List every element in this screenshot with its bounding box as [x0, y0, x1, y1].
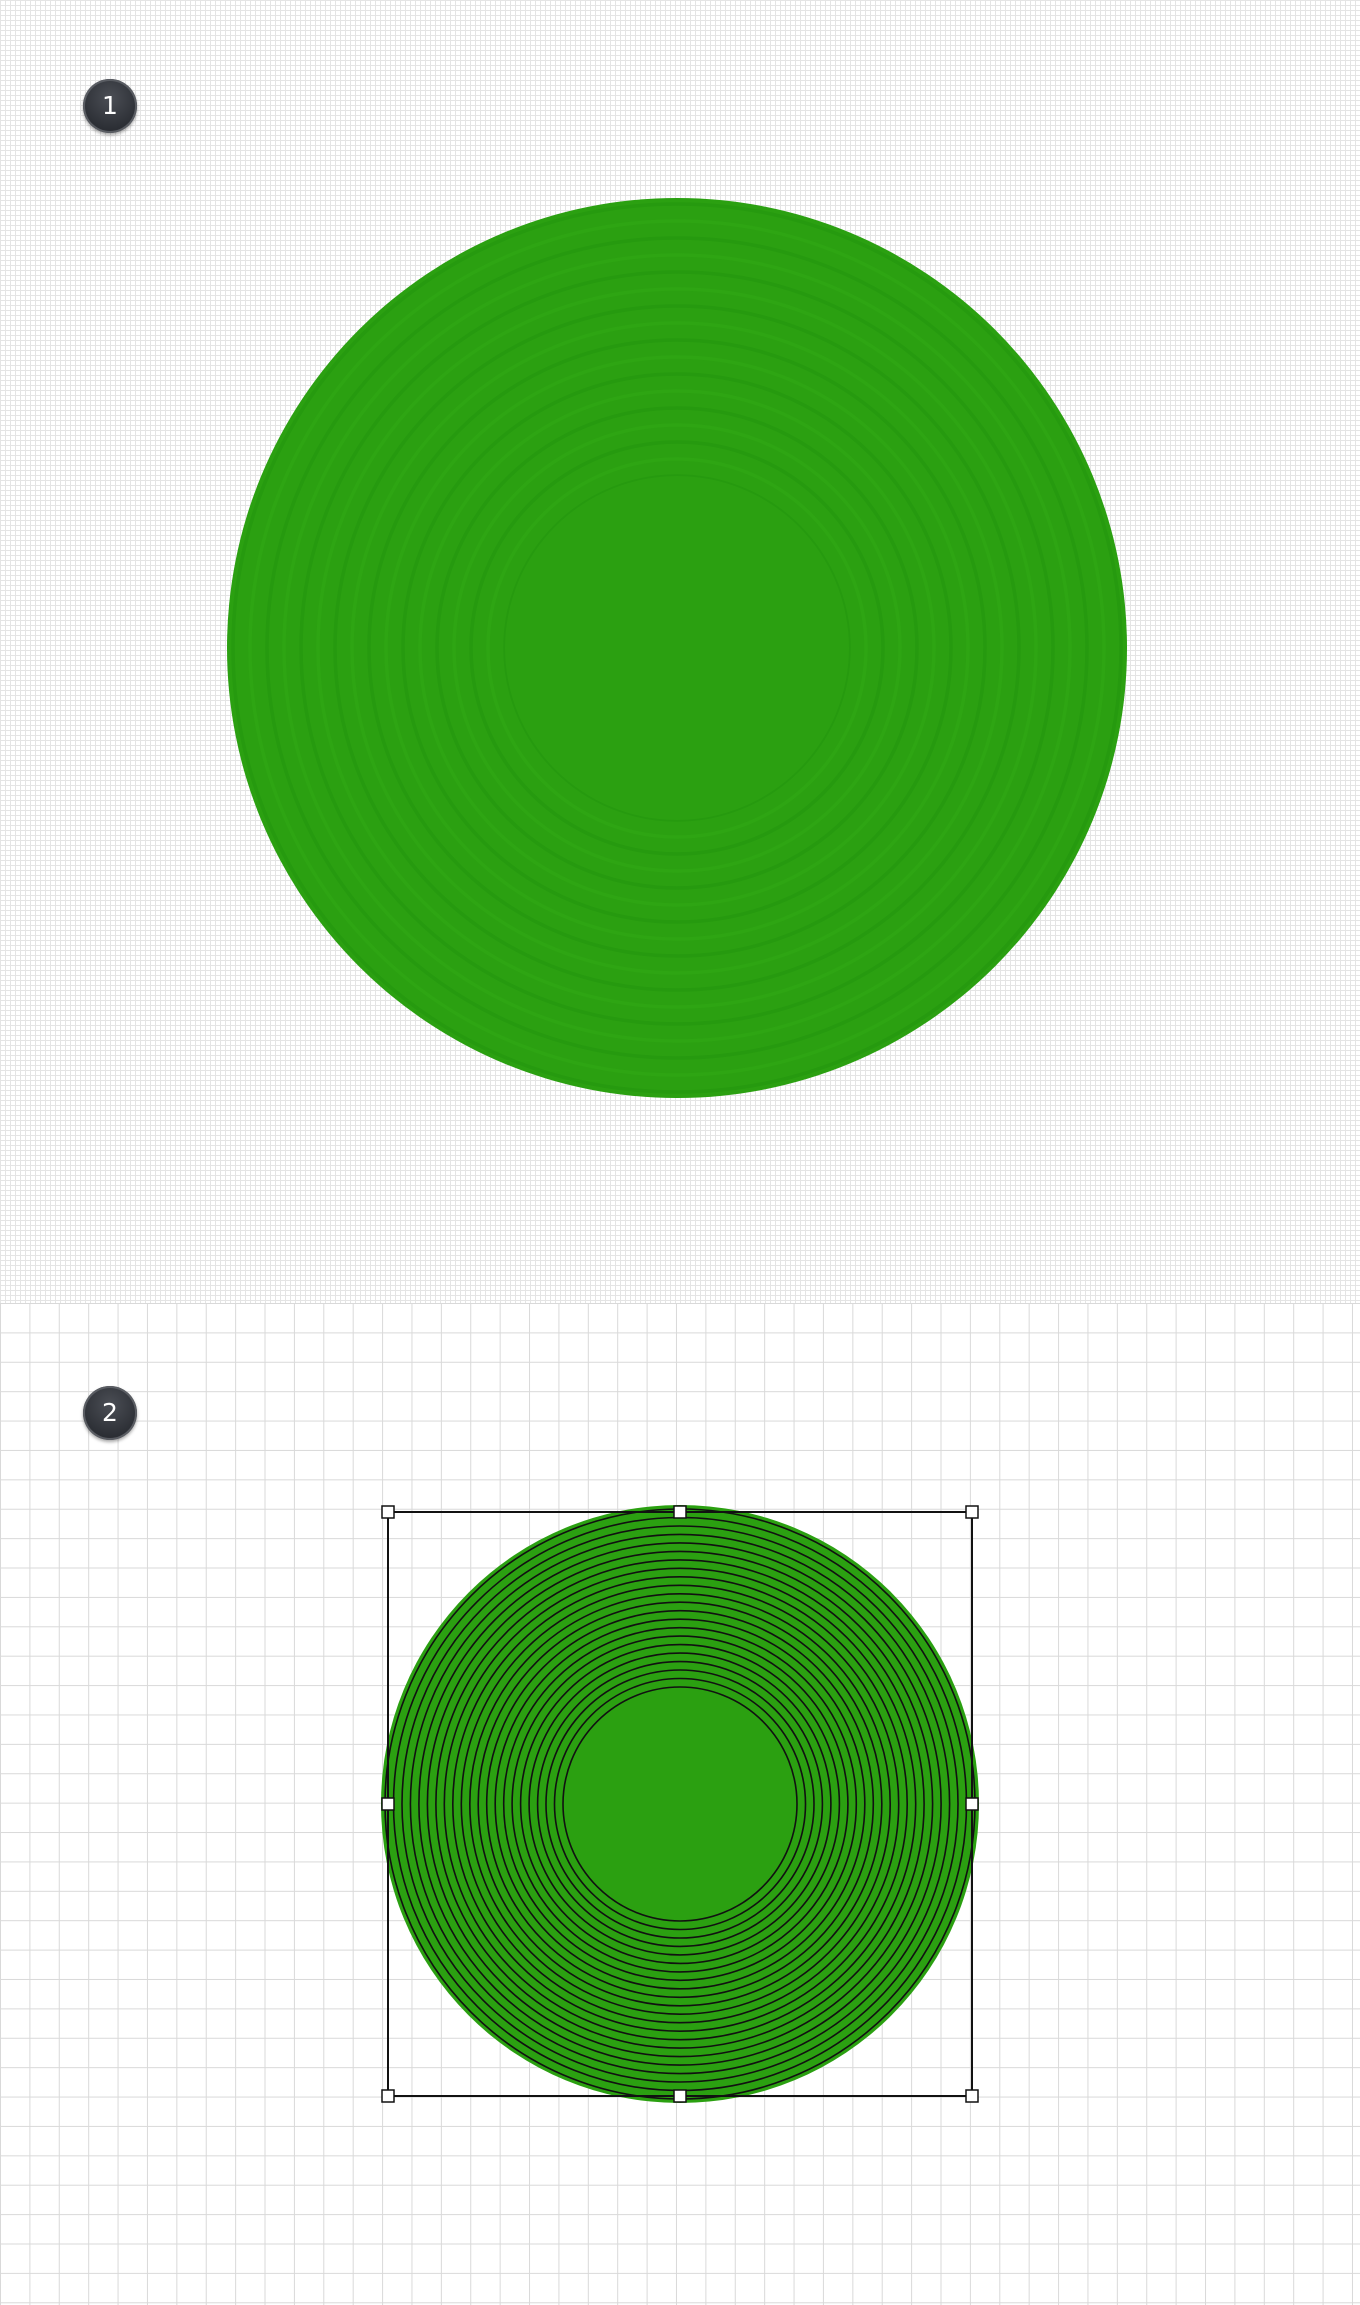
step-2-canvas: 2 [0, 1303, 1360, 2305]
green-circle[interactable] [381, 1505, 979, 2103]
step-2-artwork [381, 1505, 979, 2103]
resize-handle-top-right[interactable] [965, 1505, 979, 1519]
resize-handle-top[interactable] [673, 1505, 687, 1519]
step-1-artwork [227, 198, 1127, 1098]
resize-handle-bottom[interactable] [673, 2089, 687, 2103]
resize-handle-left[interactable] [381, 1797, 395, 1811]
step-1-canvas: 1 [0, 0, 1360, 1303]
circle-center [505, 476, 849, 820]
resize-handle-bottom-left[interactable] [381, 2089, 395, 2103]
resize-handle-right[interactable] [965, 1797, 979, 1811]
resize-handle-bottom-right[interactable] [965, 2089, 979, 2103]
resize-handle-top-left[interactable] [381, 1505, 395, 1519]
